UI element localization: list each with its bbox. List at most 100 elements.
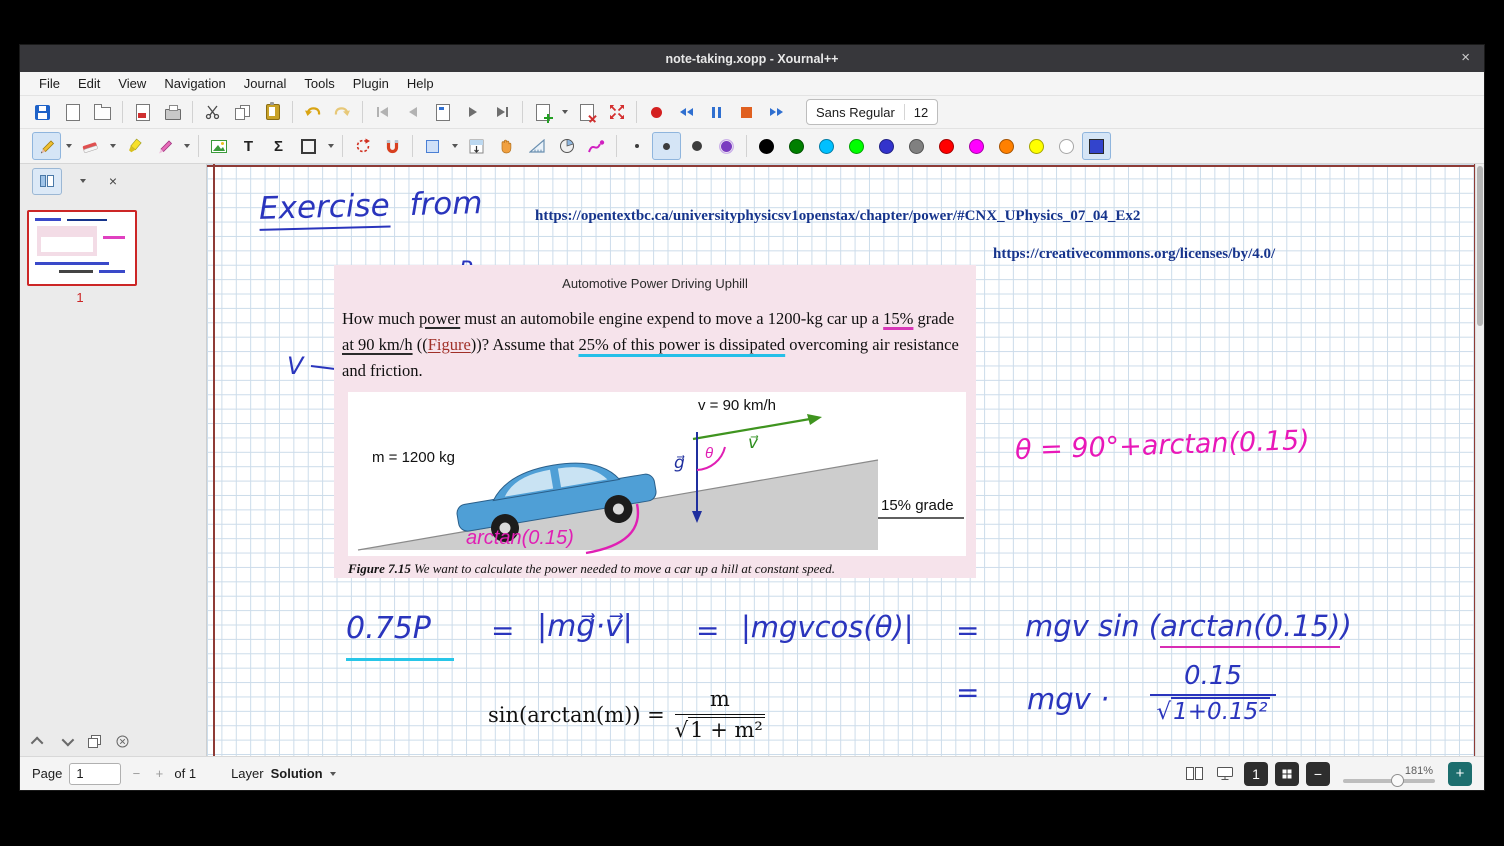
previous-page-button[interactable] <box>398 98 427 126</box>
pen-tool-button[interactable] <box>32 132 61 160</box>
color-green-button[interactable] <box>782 132 811 160</box>
pink-pen-tool-button[interactable] <box>150 132 179 160</box>
drawing-canvas[interactable]: Exercisefrom https://opentextbc.ca/unive… <box>207 164 1476 756</box>
copy-button[interactable] <box>228 98 257 126</box>
spline-tool-button[interactable] <box>582 132 611 160</box>
sidebar-close-button[interactable]: × <box>104 173 122 189</box>
pair-pages-button[interactable] <box>1182 762 1206 786</box>
color-gray-button[interactable] <box>902 132 931 160</box>
zoom-out-button[interactable]: − <box>1306 762 1330 786</box>
add-page-button[interactable] <box>528 98 557 126</box>
zoom-slider[interactable] <box>1343 779 1435 783</box>
copy-page-button[interactable] <box>84 732 104 750</box>
goto-annotated-page-button[interactable] <box>428 98 457 126</box>
color-red-button[interactable] <box>932 132 961 160</box>
select-rectangle-button[interactable] <box>418 132 447 160</box>
page-thumbnail[interactable] <box>27 210 137 286</box>
vertical-scrollbar[interactable] <box>1475 164 1484 756</box>
zoom-fit-button[interactable] <box>1275 762 1299 786</box>
arc-tool-button[interactable] <box>552 132 581 160</box>
identity-lhs: sin(arctan(m)) = <box>488 703 665 727</box>
pen-options-dropdown[interactable] <box>62 133 75 159</box>
color-chooser-button[interactable] <box>1082 132 1111 160</box>
stop-button[interactable] <box>732 98 761 126</box>
layer-selector[interactable]: Layer Solution <box>231 766 336 781</box>
add-page-dropdown[interactable] <box>558 99 571 125</box>
scrollbar-thumb[interactable] <box>1477 166 1483 326</box>
insert-image-button[interactable] <box>204 132 233 160</box>
print-button[interactable] <box>158 98 187 126</box>
record-button[interactable] <box>642 98 671 126</box>
sidebar-mode-dropdown[interactable] <box>74 179 92 183</box>
vertical-space-button[interactable] <box>462 132 491 160</box>
window-close-button[interactable]: × <box>1461 50 1470 65</box>
last-page-button[interactable] <box>488 98 517 126</box>
color-blue-button[interactable] <box>872 132 901 160</box>
color-yellow-button[interactable] <box>1022 132 1051 160</box>
delete-page-button[interactable] <box>572 98 601 126</box>
page-number-input[interactable] <box>69 763 121 785</box>
menu-journal[interactable]: Journal <box>235 76 296 91</box>
next-page-button[interactable] <box>458 98 487 126</box>
toolbar-tools: T Σ <box>20 129 1484 164</box>
thickness-medium-button[interactable] <box>652 132 681 160</box>
menu-help[interactable]: Help <box>398 76 443 91</box>
menu-view[interactable]: View <box>109 76 155 91</box>
figure-link[interactable]: Figure <box>428 335 471 354</box>
font-selector[interactable]: Sans Regular 12 <box>806 99 938 125</box>
undo-button[interactable] <box>298 98 327 126</box>
page-stepper-minus[interactable]: − <box>128 766 144 781</box>
new-document-button[interactable] <box>58 98 87 126</box>
color-magenta-button[interactable] <box>962 132 991 160</box>
ruler-tool-button[interactable] <box>522 132 551 160</box>
eraser-options-dropdown[interactable] <box>106 133 119 159</box>
pink-pen-options-dropdown[interactable] <box>180 133 193 159</box>
pause-button[interactable] <box>702 98 731 126</box>
shape-options-dropdown[interactable] <box>324 133 337 159</box>
zoom-slider-thumb[interactable] <box>1391 774 1404 787</box>
open-button[interactable] <box>88 98 117 126</box>
rewind-button[interactable] <box>672 98 701 126</box>
fast-forward-button[interactable] <box>762 98 791 126</box>
delete-page-sidebar-button[interactable] <box>112 732 132 750</box>
cut-button[interactable] <box>198 98 227 126</box>
separator <box>522 101 523 123</box>
color-white-button[interactable] <box>1052 132 1081 160</box>
window-title: note-taking.xopp - Xournal++ <box>666 52 839 66</box>
first-page-button[interactable] <box>368 98 397 126</box>
color-lightblue-button[interactable] <box>812 132 841 160</box>
eraser-tool-button[interactable] <box>76 132 105 160</box>
thickness-thick-button[interactable] <box>682 132 711 160</box>
select-options-dropdown[interactable] <box>448 133 461 159</box>
paste-button[interactable] <box>258 98 287 126</box>
move-page-down-button[interactable] <box>56 732 76 750</box>
tex-tool-button[interactable]: Σ <box>264 132 293 160</box>
color-black-button[interactable] <box>752 132 781 160</box>
menu-tools[interactable]: Tools <box>295 76 343 91</box>
page-label: Page <box>32 766 62 781</box>
menu-navigation[interactable]: Navigation <box>155 76 234 91</box>
color-lightgreen-button[interactable] <box>842 132 871 160</box>
page-stepper-plus[interactable]: + <box>151 766 167 781</box>
snap-magnet-button[interactable] <box>378 132 407 160</box>
text-tool-button[interactable]: T <box>234 132 263 160</box>
hand-tool-button[interactable] <box>492 132 521 160</box>
highlighter-tool-button[interactable] <box>120 132 149 160</box>
move-page-up-button[interactable] <box>28 732 48 750</box>
zoom-in-button[interactable]: + <box>1448 762 1472 786</box>
fill-style-button[interactable] <box>712 132 741 160</box>
fullscreen-button[interactable] <box>602 98 631 126</box>
shape-recognizer-button[interactable] <box>348 132 377 160</box>
redo-button[interactable] <box>328 98 357 126</box>
export-pdf-button[interactable] <box>128 98 157 126</box>
presentation-mode-button[interactable] <box>1213 762 1237 786</box>
sidebar-layout-toggle-button[interactable] <box>32 168 62 195</box>
zoom-100-button[interactable]: 1 <box>1244 762 1268 786</box>
color-orange-button[interactable] <box>992 132 1021 160</box>
thickness-fine-button[interactable] <box>622 132 651 160</box>
shape-tool-button[interactable] <box>294 132 323 160</box>
menu-plugin[interactable]: Plugin <box>344 76 398 91</box>
menu-file[interactable]: File <box>30 76 69 91</box>
menu-edit[interactable]: Edit <box>69 76 109 91</box>
save-button[interactable] <box>28 98 57 126</box>
